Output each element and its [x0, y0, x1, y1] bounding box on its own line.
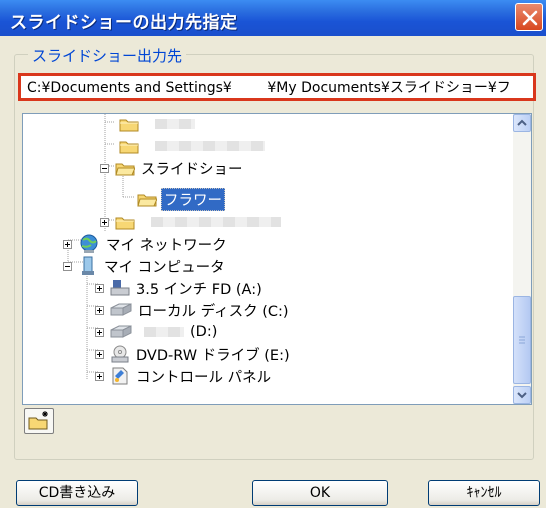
folder-open-icon: [137, 194, 157, 207]
control-panel-icon: [112, 367, 128, 385]
expand-toggle[interactable]: [63, 239, 72, 249]
tree-node-label: マイ コンピュータ: [104, 259, 225, 276]
scroll-up-button[interactable]: [513, 114, 531, 132]
tree-node-label: (D:): [190, 324, 218, 340]
tree-node-label: DVD-RW ドライブ (E:): [136, 347, 290, 364]
tree-node[interactable]: コントロール パネル: [95, 365, 273, 387]
group-legend: スライドショー出力先: [28, 45, 187, 66]
folder-icon: [115, 217, 135, 230]
new-folder-button[interactable]: [24, 408, 54, 434]
blurred-text: [155, 119, 195, 129]
blurred-text: [151, 217, 281, 227]
tree-node-label: スライドショー: [141, 161, 243, 178]
tree-node[interactable]: DVD-RW ドライブ (E:): [95, 343, 292, 365]
tree-node-label: マイ ネットワーク: [106, 237, 227, 254]
path-input[interactable]: [21, 76, 533, 98]
collapse-toggle[interactable]: [63, 261, 72, 271]
tree-node[interactable]: スライドショー: [100, 157, 245, 179]
grip-icon: [519, 336, 525, 344]
tree-node[interactable]: 3.5 インチ FD (A:): [95, 277, 264, 299]
hard-disk-icon: [110, 325, 132, 338]
expand-toggle[interactable]: [100, 217, 109, 227]
expand-toggle[interactable]: [95, 327, 104, 337]
tree-node[interactable]: フラワー: [137, 187, 225, 211]
blurred-text: [144, 327, 184, 337]
folder-icon: [119, 119, 139, 132]
expand-toggle[interactable]: [95, 349, 104, 359]
scroll-thumb[interactable]: [513, 296, 531, 384]
tree-node[interactable]: マイ ネットワーク: [63, 233, 229, 255]
ok-button[interactable]: OK: [252, 480, 388, 506]
expand-toggle[interactable]: [95, 305, 104, 315]
expand-toggle[interactable]: [95, 371, 104, 381]
folder-tree[interactable]: スライドショー フラワー マイ ネットワーク マイ コンピュータ 3.5 インチ…: [22, 113, 532, 405]
window-title: スライドショーの出力先指定: [10, 13, 238, 33]
title-bar: スライドショーの出力先指定: [0, 0, 546, 36]
collapse-toggle[interactable]: [100, 163, 109, 173]
tree-node-label-selected: フラワー: [161, 187, 225, 211]
tree-node-label: 3.5 インチ FD (A:): [136, 281, 262, 298]
network-icon: [80, 234, 98, 253]
blurred-text: [155, 141, 265, 151]
hard-disk-icon: [110, 303, 132, 316]
vertical-scrollbar[interactable]: [513, 114, 531, 404]
tree-node-label: コントロール パネル: [136, 369, 272, 386]
tree-node[interactable]: ローカル ディスク (C:): [95, 299, 291, 321]
tree-node[interactable]: [100, 211, 281, 233]
path-field-container: [18, 73, 536, 101]
tree-node[interactable]: [119, 114, 195, 135]
folder-icon: [119, 141, 139, 154]
computer-icon: [82, 256, 94, 275]
tree-node[interactable]: (D:): [95, 321, 219, 343]
close-icon: [522, 10, 538, 26]
chevron-up-icon: [517, 119, 527, 126]
cd-burn-button[interactable]: CD書き込み: [16, 480, 138, 506]
folder-open-icon: [115, 163, 135, 176]
expand-toggle[interactable]: [95, 283, 104, 293]
close-button[interactable]: [515, 3, 543, 31]
new-folder-icon: [28, 411, 48, 430]
tree-node[interactable]: [119, 135, 265, 157]
cancel-button[interactable]: ｷｬﾝｾﾙ: [428, 480, 540, 506]
dvd-drive-icon: [111, 345, 129, 363]
tree-node-label: ローカル ディスク (C:): [138, 303, 289, 320]
scroll-down-button[interactable]: [513, 386, 531, 404]
floppy-drive-icon: [110, 280, 130, 296]
chevron-down-icon: [517, 392, 527, 399]
tree-node[interactable]: マイ コンピュータ: [63, 255, 227, 277]
